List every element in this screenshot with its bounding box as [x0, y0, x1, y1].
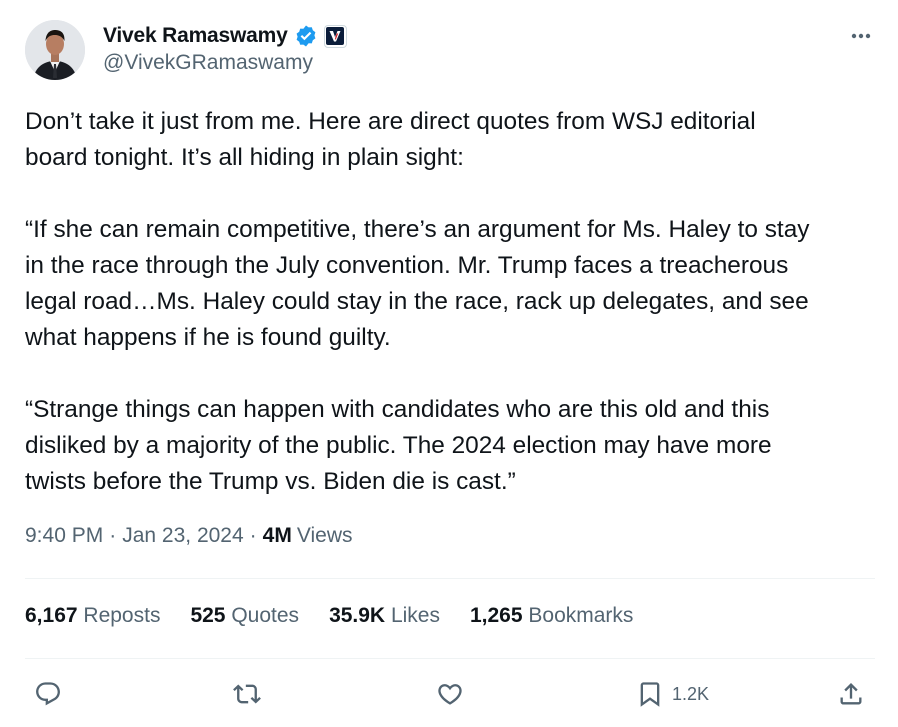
affiliate-badge-icon[interactable] [323, 24, 347, 48]
action-bar: 1.2K [0, 676, 898, 712]
tweet-line: “If she can remain competitive, there’s … [25, 216, 810, 243]
avatar[interactable] [25, 20, 85, 80]
reposts-stat[interactable]: 6,167 Reposts [25, 604, 160, 628]
bookmark-button[interactable]: 1.2K [636, 676, 709, 712]
author-name[interactable]: Vivek Ramaswamy [103, 24, 288, 48]
reply-button[interactable] [34, 676, 62, 712]
meta-separator: · [109, 524, 117, 547]
divider [25, 658, 875, 659]
tweet-date[interactable]: Jan 23, 2024 [122, 524, 243, 548]
tweet-text: Don’t take it just from me. Here are dir… [25, 104, 885, 500]
bookmarks-count: 1,265 [469, 604, 523, 627]
author-name-row: Vivek Ramaswamy [103, 22, 347, 50]
views-label: Views [296, 524, 353, 547]
reposts-label: Reposts [83, 604, 161, 627]
like-icon [438, 684, 462, 705]
tweet: Vivek Ramaswamy @VivekGRamaswamy Don’t t… [0, 0, 898, 727]
quotes-label: Quotes [231, 604, 300, 627]
likes-count: 35.9K [329, 604, 386, 627]
author-handle[interactable]: @VivekGRamaswamy [103, 51, 313, 75]
more-icon[interactable] [846, 26, 876, 46]
bookmark-count: 1.2K [672, 683, 710, 704]
meta-separator: · [249, 524, 257, 547]
likes-stat[interactable]: 35.9K Likes [329, 604, 440, 628]
repost-icon [233, 684, 261, 704]
reply-icon [36, 682, 60, 706]
reposts-count: 6,167 [25, 604, 78, 627]
quotes-stat[interactable]: 525 Quotes [190, 604, 299, 628]
share-icon [840, 683, 862, 705]
bookmark-icon [640, 682, 660, 707]
tweet-line: what happens if he is found guilty. [25, 324, 391, 351]
views-count: 4M [262, 524, 292, 547]
tweet-line: Don’t take it just from me. Here are dir… [25, 108, 756, 135]
bookmarks-stat[interactable]: 1,265 Bookmarks [470, 604, 633, 628]
tweet-line: legal road…Ms. Haley could stay in the r… [25, 288, 809, 315]
tweet-line: twists before the Trump vs. Biden die is… [25, 468, 516, 495]
tweet-line: “Strange things can happen with candidat… [25, 396, 770, 423]
tweet-line: in the race through the July convention.… [25, 252, 789, 279]
tweet-line: board tonight. It’s all hiding in plain … [25, 144, 464, 171]
quotes-count: 525 [190, 604, 226, 627]
tweet-meta: 9:40 PM · Jan 23, 2024 · 4M Views [25, 524, 352, 548]
like-button[interactable] [436, 676, 464, 712]
divider [25, 578, 875, 579]
tweet-line: disliked by a majority of the public. Th… [25, 432, 772, 459]
tweet-time[interactable]: 9:40 PM [25, 524, 103, 548]
repost-button[interactable] [233, 676, 261, 712]
bookmarks-label: Bookmarks [528, 604, 634, 627]
verified-badge-icon[interactable] [294, 24, 318, 48]
share-button[interactable] [837, 676, 865, 712]
engagement-stats: 6,167 Reposts 525 Quotes 35.9K Likes 1,2… [25, 604, 663, 628]
likes-label: Likes [390, 604, 440, 627]
